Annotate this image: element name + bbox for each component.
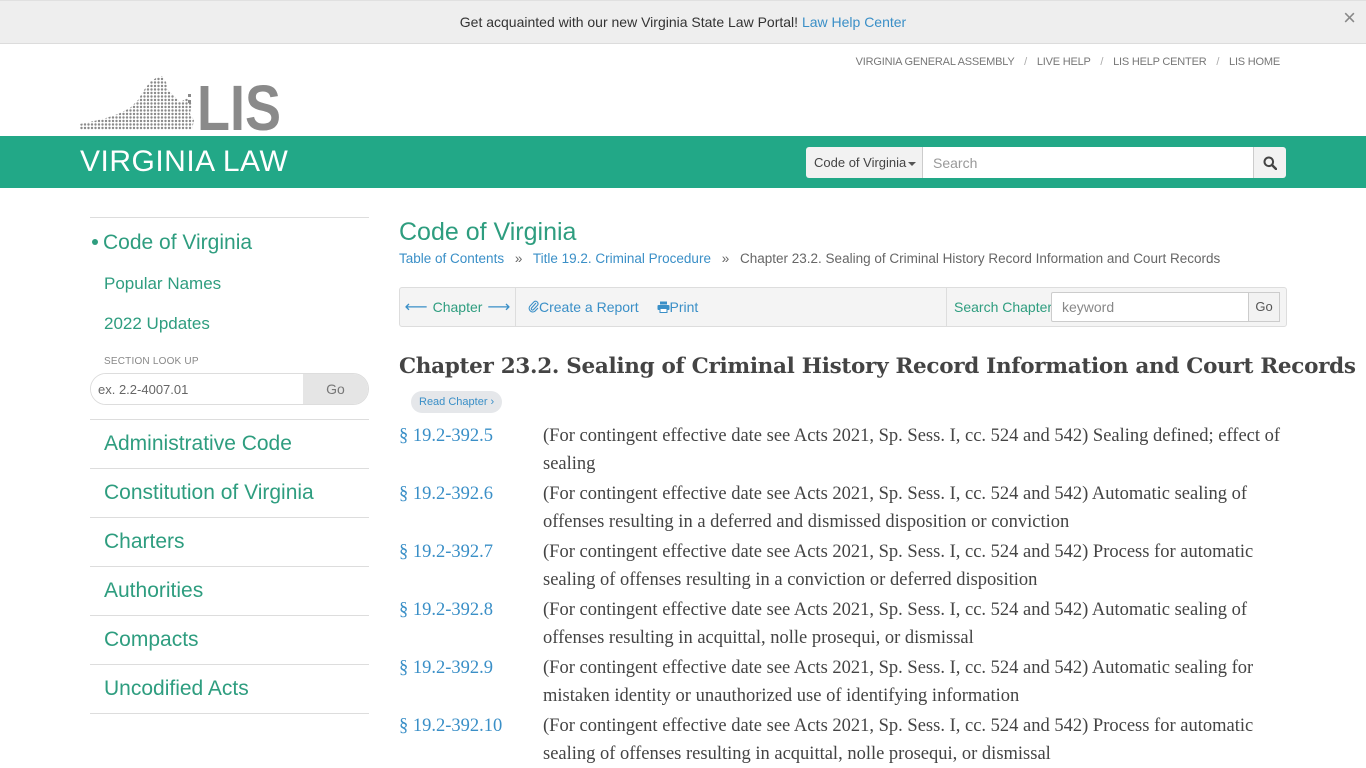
breadcrumb-table-of-contents[interactable]: Table of Contents [399, 251, 504, 266]
section-row: § 19.2-392.7 (For contingent effective d… [399, 538, 1294, 594]
section-description: (For contingent effective date see Acts … [543, 426, 1281, 474]
chapter-heading: Chapter 23.2. Sealing of Criminal Histor… [399, 354, 1356, 379]
lis-logo[interactable]: LIS [80, 72, 282, 144]
banner-text: Get acquainted with our new Virginia Sta… [459, 14, 799, 30]
search-chapter-label: Search Chapter [954, 299, 1053, 315]
sidebar-item-code-of-virginia[interactable]: Code of Virginia [90, 228, 369, 270]
topnav-live-help[interactable]: LIVE HELP [1037, 56, 1091, 68]
chapter-search: Search Chapter Go [946, 288, 1286, 326]
create-report-label: Create a Report [539, 299, 639, 315]
section-row: § 19.2-392.8 (For contingent effective d… [399, 596, 1294, 652]
chapter-keyword-input[interactable] [1051, 292, 1249, 322]
sidebar-item-uncodified-acts[interactable]: Uncodified Acts [90, 665, 369, 714]
paperclip-icon [528, 300, 539, 313]
section-lookup-label: SECTION LOOK UP [104, 356, 199, 367]
previous-chapter-arrow-icon[interactable]: ⟵ [405, 297, 428, 317]
sidebar-main-list: Administrative Code Constitution of Virg… [90, 419, 369, 714]
main-content: Code of Virginia Table of Contents » Tit… [399, 217, 1356, 764]
top-nav: VIRGINIA GENERAL ASSEMBLY / LIVE HELP / … [856, 56, 1281, 68]
close-icon[interactable]: × [1343, 7, 1356, 29]
law-help-center-link[interactable]: Law Help Center [802, 14, 906, 30]
search-button[interactable] [1253, 147, 1286, 178]
sidebar-item-charters[interactable]: Charters [90, 518, 369, 567]
section-description: (For contingent effective date see Acts … [543, 600, 1248, 648]
printer-icon [657, 301, 669, 313]
separator: / [1216, 56, 1220, 68]
banner-message: Get acquainted with our new Virginia Sta… [0, 14, 1366, 30]
sidebar-item-compacts[interactable]: Compacts [90, 616, 369, 665]
section-row: § 19.2-392.5 (For contingent effective d… [399, 422, 1294, 478]
section-row: § 19.2-392.6 (For contingent effective d… [399, 480, 1294, 536]
print-link[interactable]: Print [657, 299, 699, 315]
search-icon [1263, 156, 1277, 170]
separator: / [1100, 56, 1104, 68]
section-lookup: Go [90, 373, 369, 405]
topnav-lis-home[interactable]: LIS HOME [1229, 56, 1280, 68]
section-link[interactable]: § 19.2-392.6 [399, 480, 543, 536]
sidebar-item-administrative-code[interactable]: Administrative Code [90, 420, 369, 469]
section-lookup-input[interactable] [91, 374, 303, 404]
section-row: § 19.2-392.10 (For contingent effective … [399, 712, 1294, 768]
chapter-search-go-button[interactable]: Go [1248, 292, 1280, 322]
sidebar-item-authorities[interactable]: Authorities [90, 567, 369, 616]
topnav-general-assembly[interactable]: VIRGINIA GENERAL ASSEMBLY [856, 56, 1015, 68]
section-link[interactable]: § 19.2-392.5 [399, 422, 543, 478]
active-bullet-icon [92, 238, 98, 245]
sidebar-item-constitution[interactable]: Constitution of Virginia [90, 469, 369, 518]
announcement-banner: Get acquainted with our new Virginia Sta… [0, 0, 1366, 44]
sidebar-item-2022-updates[interactable]: 2022 Updates [90, 310, 369, 350]
breadcrumb-current: Chapter 23.2. Sealing of Criminal Histor… [740, 251, 1221, 266]
breadcrumb-separator: » [721, 251, 730, 266]
section-description: (For contingent effective date see Acts … [543, 484, 1248, 532]
print-label: Print [669, 299, 699, 315]
section-list: § 19.2-392.5 (For contingent effective d… [399, 422, 1294, 768]
toolbar-actions: Create a Report Print [528, 299, 712, 315]
create-report-link[interactable]: Create a Report [528, 299, 643, 315]
virginia-map-icon: LIS [80, 72, 281, 144]
next-chapter-arrow-icon[interactable]: ⟶ [487, 297, 510, 317]
site-header-bar: VIRGINIA LAW Code of Virginia [0, 136, 1366, 188]
search-scope-label: Code of Virginia [814, 155, 907, 170]
section-description: (For contingent effective date see Acts … [543, 658, 1254, 706]
chapter-navigation: ⟵ Chapter ⟶ [400, 288, 516, 326]
search-scope-dropdown[interactable]: Code of Virginia [806, 147, 923, 178]
site-title[interactable]: VIRGINIA LAW [80, 145, 288, 179]
section-description: (For contingent effective date see Acts … [543, 716, 1254, 764]
section-link[interactable]: § 19.2-392.7 [399, 538, 543, 594]
page-title: Code of Virginia [399, 218, 577, 246]
chapter-toolbar: ⟵ Chapter ⟶ Create a Report Print Search… [399, 287, 1287, 327]
chapter-nav-label: Chapter [432, 299, 483, 315]
breadcrumb-separator: » [514, 251, 523, 266]
sidebar-code-section: Code of Virginia Popular Names 2022 Upda… [90, 218, 369, 411]
breadcrumb: Table of Contents » Title 19.2. Criminal… [399, 251, 1289, 266]
breadcrumb-title-19-2[interactable]: Title 19.2. Criminal Procedure [533, 251, 711, 266]
site-search: Code of Virginia [806, 147, 1286, 178]
sidebar-item-popular-names[interactable]: Popular Names [90, 270, 369, 310]
section-link[interactable]: § 19.2-392.9 [399, 654, 543, 710]
section-description: (For contingent effective date see Acts … [543, 542, 1254, 590]
section-link[interactable]: § 19.2-392.8 [399, 596, 543, 652]
sidebar-item-label: Code of Virginia [103, 231, 253, 254]
topnav-lis-help-center[interactable]: LIS HELP CENTER [1113, 56, 1207, 68]
logo-text: LIS [197, 74, 281, 132]
section-row: § 19.2-392.9 (For contingent effective d… [399, 654, 1294, 710]
caret-down-icon [908, 161, 917, 166]
section-lookup-go-button[interactable]: Go [303, 374, 368, 404]
read-chapter-button[interactable]: Read Chapter › [411, 391, 503, 413]
separator: / [1024, 56, 1027, 68]
section-link[interactable]: § 19.2-392.10 [399, 712, 543, 768]
search-input[interactable] [923, 147, 1253, 178]
sidebar: Code of Virginia Popular Names 2022 Upda… [90, 217, 369, 714]
